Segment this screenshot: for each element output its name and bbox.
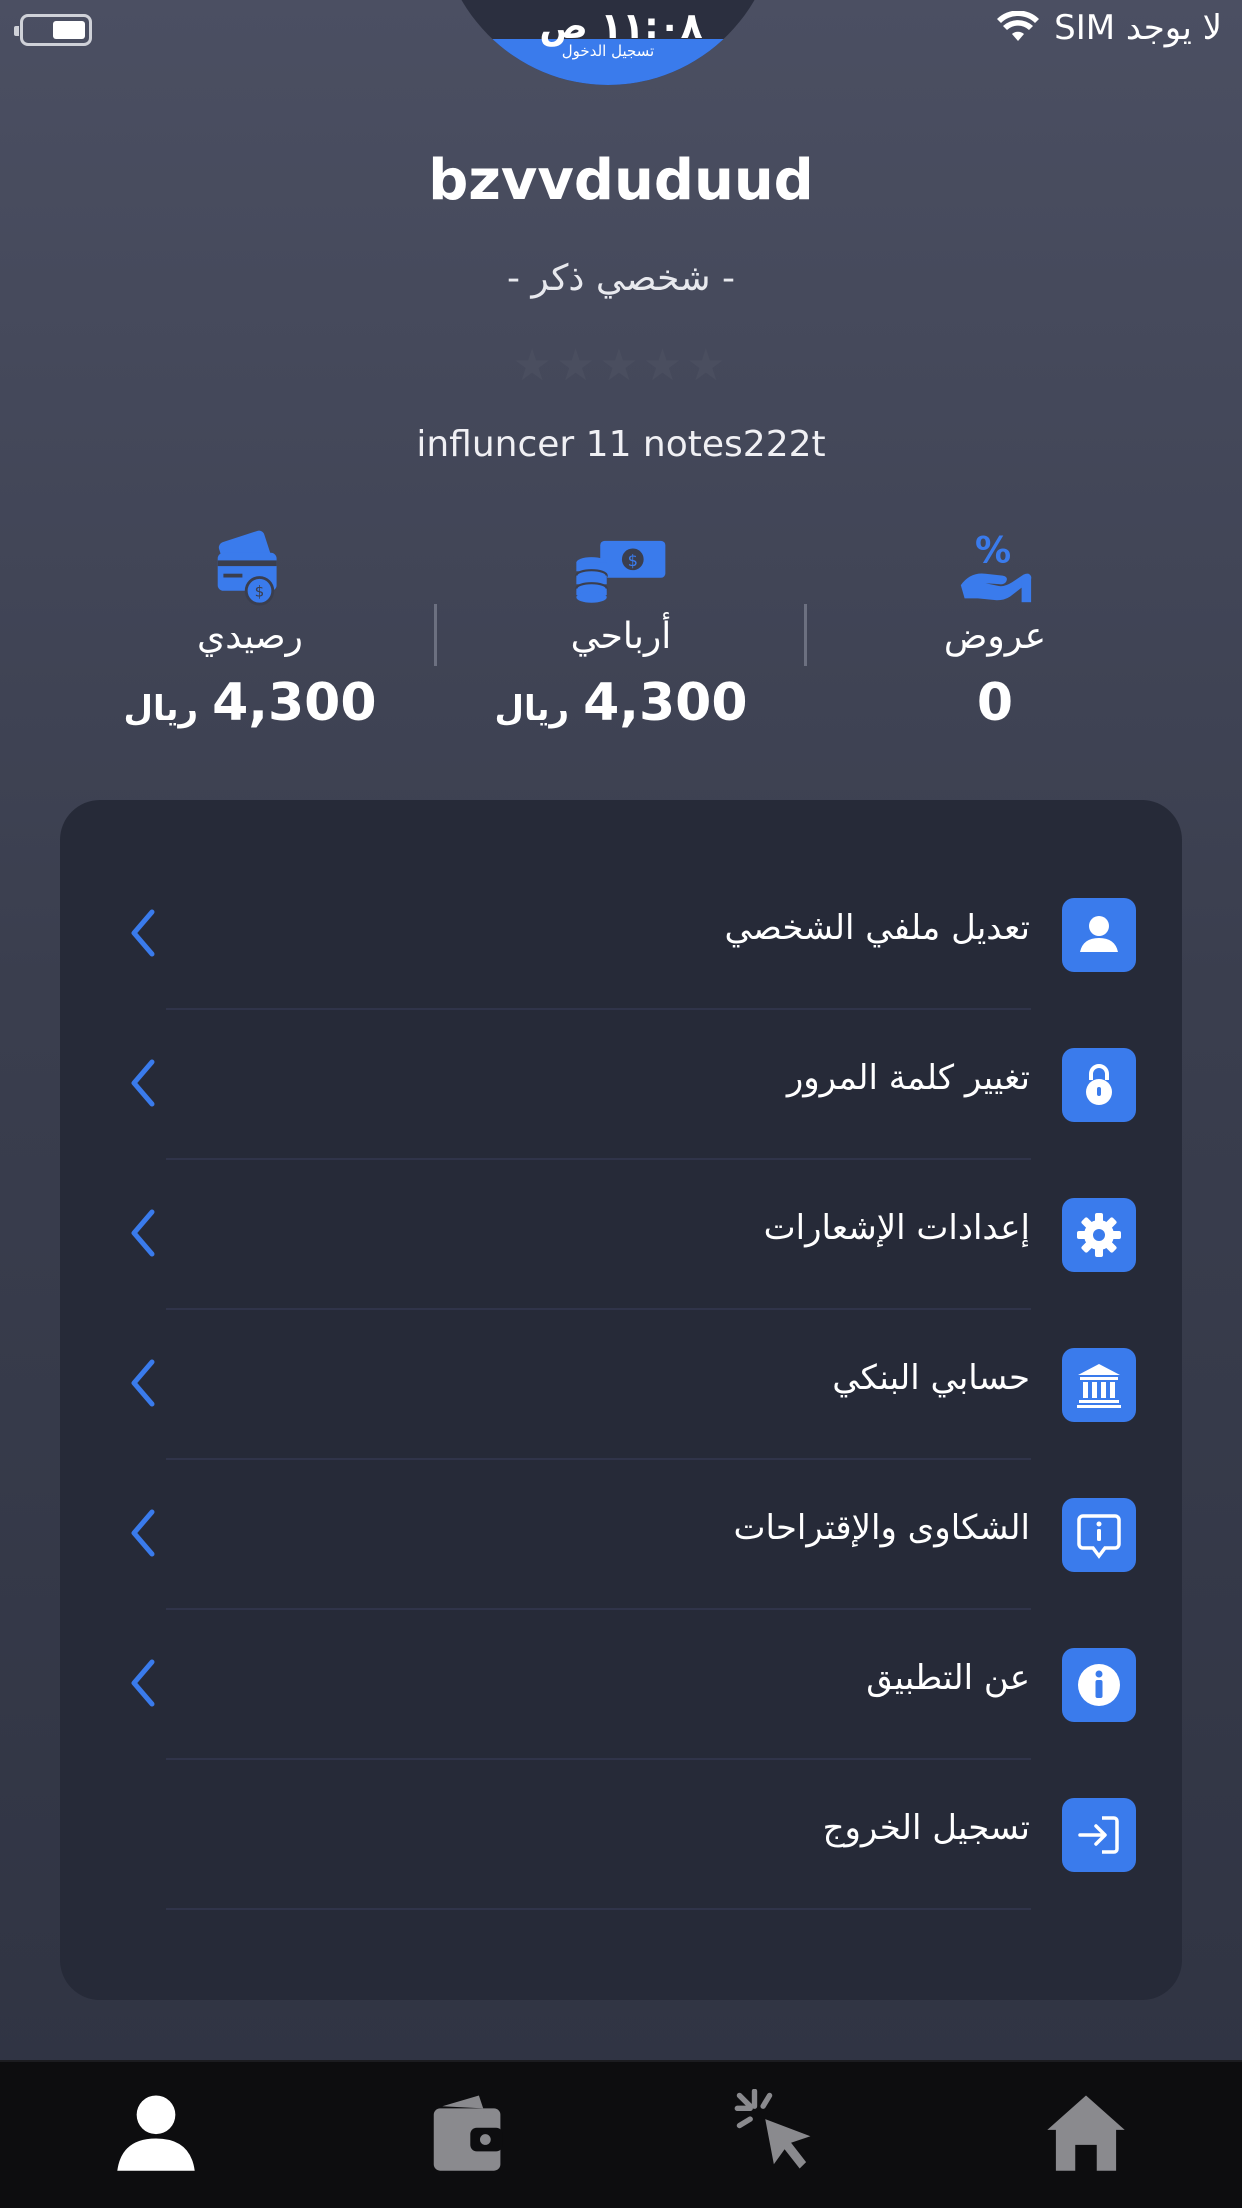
nav-offers[interactable]: [716, 2082, 836, 2182]
menu-item-label: عن التطبيق: [866, 1658, 1030, 1698]
chevron-left-icon: [131, 1059, 155, 1107]
chevron-left-icon: [131, 1359, 155, 1407]
stat-balance-unit: ريال: [123, 689, 199, 729]
stat-earnings-unit: ريال: [494, 689, 570, 729]
profile-icon: [117, 2095, 195, 2171]
stat-earnings-value: 4,300 ريال: [471, 673, 771, 733]
bank-icon: [1062, 1348, 1136, 1422]
wallet-card-icon: $: [100, 528, 400, 608]
chevron-left-icon: [131, 1509, 155, 1557]
home-icon: [1047, 2095, 1125, 2171]
menu-item-label: إعدادات الإشعارات: [763, 1208, 1030, 1248]
menu-item-edit-profile[interactable]: تعديل ملفي الشخصي: [106, 860, 1136, 1010]
nav-home[interactable]: [1026, 2082, 1146, 2182]
bottom-nav: [0, 2060, 1242, 2208]
menu-item-label: تعديل ملفي الشخصي: [724, 908, 1030, 948]
menu-item-logout[interactable]: تسجيل الخروج: [106, 1760, 1136, 1910]
gear-icon: [1062, 1198, 1136, 1272]
chevron-left-icon: [131, 909, 155, 957]
stat-balance[interactable]: $ رصيدي 4,300 ريال: [100, 528, 400, 733]
menu-item-bank-account[interactable]: حسابي البنكي: [106, 1310, 1136, 1460]
logout-icon: [1062, 1798, 1136, 1872]
stat-offers[interactable]: % عروض 0: [845, 528, 1145, 733]
chevron-left-icon: [131, 1209, 155, 1257]
svg-text:$: $: [255, 583, 265, 601]
menu-item-notification-settings[interactable]: إعدادات الإشعارات: [106, 1160, 1136, 1310]
profile-username: bzvvduduud: [428, 148, 814, 213]
menu-item-about-app[interactable]: عن التطبيق: [106, 1610, 1136, 1760]
menu-item-label: تغيير كلمة المرور: [786, 1058, 1030, 1098]
stat-offers-label: عروض: [943, 616, 1047, 657]
settings-menu: تعديل ملفي الشخصي تغيير كلمة المرور إعدا…: [60, 800, 1182, 2000]
nav-wallet[interactable]: [406, 2082, 526, 2182]
stat-balance-number: 4,300: [212, 673, 377, 733]
click-icon: [734, 2089, 811, 2169]
stat-earnings[interactable]: $ أرباحي 4,300 ريال: [471, 528, 771, 733]
menu-item-label: تسجيل الخروج: [822, 1808, 1030, 1848]
stat-divider: [434, 604, 437, 666]
nav-profile[interactable]: [96, 2082, 216, 2182]
stat-earnings-number: 4,300: [583, 673, 748, 733]
profile-subtitle: - شخصي ذكر -: [507, 258, 735, 299]
stat-earnings-label: أرباحي: [570, 616, 672, 657]
rating-stars: ★★★★★: [512, 340, 730, 391]
svg-text:%: %: [975, 530, 1011, 571]
user-icon: [1062, 898, 1136, 972]
wallet-icon: [433, 2095, 503, 2171]
stat-balance-value: 4,300 ريال: [100, 673, 400, 733]
money-coins-icon: $: [471, 528, 771, 608]
chevron-left-icon: [131, 1659, 155, 1707]
stat-offers-number: 0: [976, 673, 1014, 733]
info-bubble-icon: [1062, 1498, 1136, 1572]
menu-item-change-password[interactable]: تغيير كلمة المرور: [106, 1010, 1136, 1160]
menu-item-label: الشكاوى والإقتراحات: [733, 1508, 1030, 1548]
svg-text:$: $: [628, 551, 638, 570]
discount-hand-icon: %: [845, 528, 1145, 608]
stat-balance-label: رصيدي: [197, 616, 303, 657]
stat-divider: [804, 604, 807, 666]
stat-offers-value: 0: [845, 673, 1145, 733]
menu-item-complaints[interactable]: الشكاوى والإقتراحات: [106, 1460, 1136, 1610]
info-icon: [1062, 1648, 1136, 1722]
menu-item-label: حسابي البنكي: [832, 1358, 1030, 1398]
status-time: ١١:٠٨ ص: [539, 6, 703, 47]
profile-notes: influncer 11 notes222t: [416, 424, 826, 465]
lock-icon: [1062, 1048, 1136, 1122]
